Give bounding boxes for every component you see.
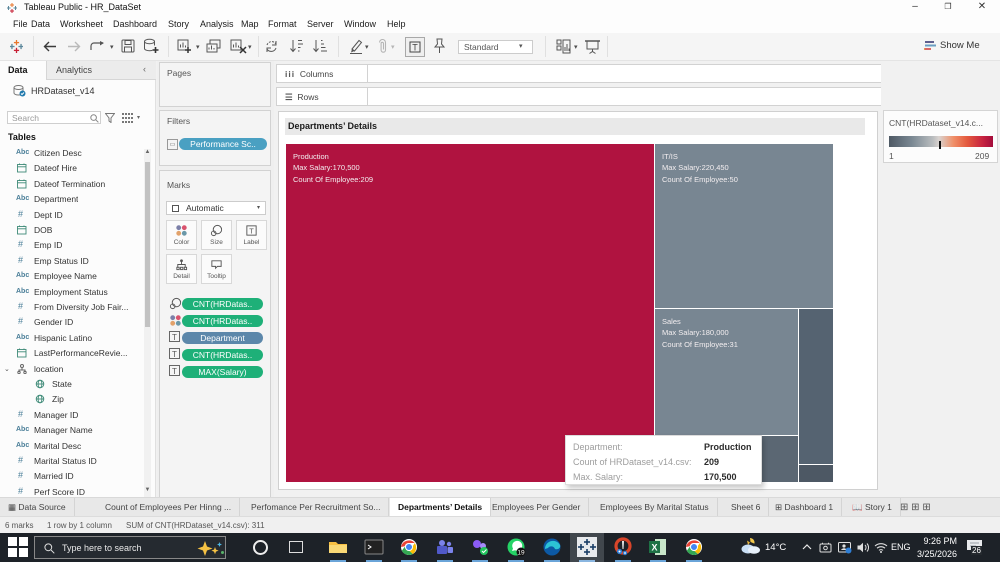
svg-text:19: 19 [517,550,525,557]
svg-text:T: T [412,43,418,53]
svg-text:X: X [651,543,657,553]
svg-text:T: T [249,226,254,235]
